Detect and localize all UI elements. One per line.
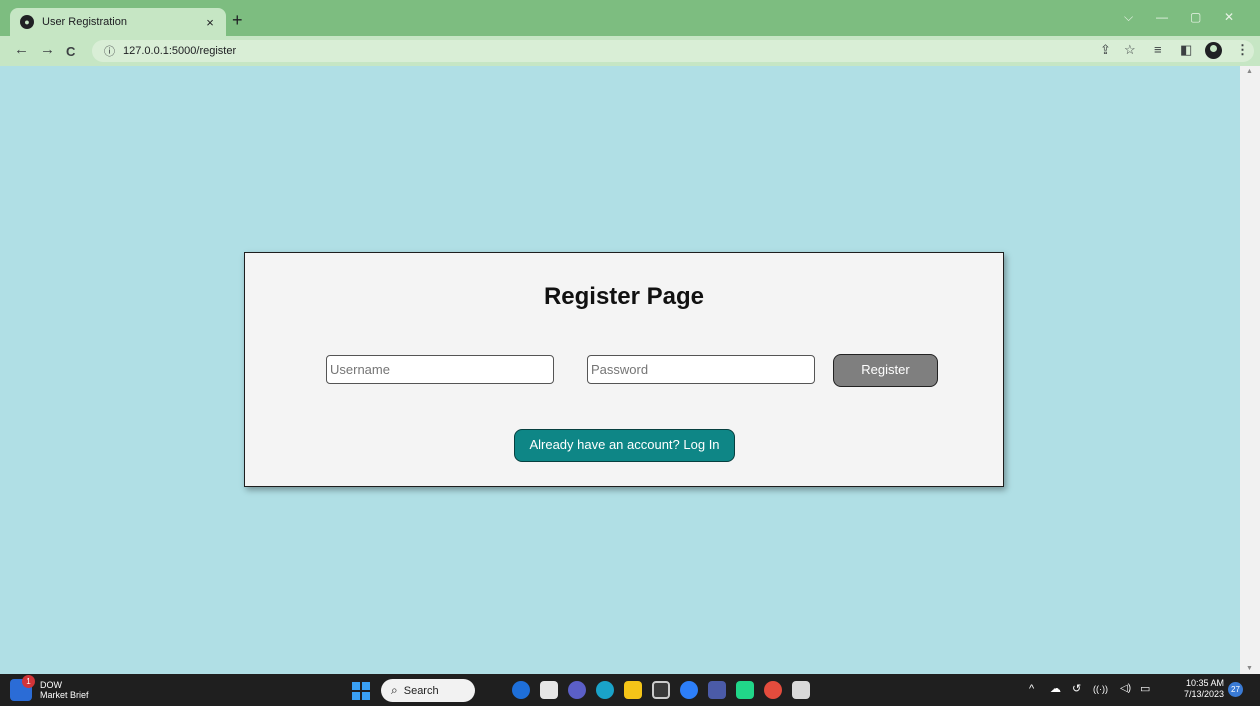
widget-title: DOW <box>40 680 62 690</box>
back-button[interactable]: ← <box>14 42 29 58</box>
windows-logo-icon <box>352 682 360 690</box>
battery-icon[interactable]: ▭ <box>1140 683 1150 695</box>
clock-time: 10:35 AM <box>1185 678 1224 688</box>
login-link-button[interactable]: Already have an account? Log In <box>514 429 735 462</box>
onedrive-icon[interactable]: ☁ <box>1050 683 1061 695</box>
username-input[interactable] <box>326 355 554 384</box>
widget-subtitle: Market Brief <box>40 690 89 700</box>
teams-chat-icon[interactable] <box>568 681 586 699</box>
store-icon[interactable] <box>652 681 670 699</box>
pycharm-icon[interactable] <box>736 681 754 699</box>
menu-icon[interactable]: ⋮ <box>1236 43 1249 57</box>
profile-avatar-icon[interactable] <box>1205 42 1222 59</box>
page-scrollbar[interactable]: ▲ ▼ <box>1240 66 1260 674</box>
tab-search-icon[interactable]: ⌵ <box>1124 10 1133 25</box>
bookmark-star-icon[interactable]: ☆ <box>1124 43 1136 57</box>
search-icon: ⌕ <box>391 683 398 697</box>
wifi-icon[interactable]: ((·)) <box>1093 683 1108 695</box>
network-status-icon[interactable]: ↺ <box>1072 683 1081 695</box>
minimize-button[interactable]: — <box>1156 10 1168 24</box>
widgets-button[interactable]: 1 DOW Market Brief <box>10 675 89 701</box>
file-explorer-icon[interactable] <box>624 681 642 699</box>
stock-chart-icon: 1 <box>10 675 35 701</box>
register-button[interactable]: Register <box>833 354 938 387</box>
task-view-icon[interactable] <box>540 681 558 699</box>
windows-taskbar: 1 DOW Market Brief ⌕ Search ^ ☁ ↺ ((·)) … <box>0 674 1260 706</box>
volume-icon[interactable]: ◁) <box>1120 683 1131 695</box>
info-icon[interactable]: ⓘ <box>104 43 115 59</box>
chrome-icon[interactable] <box>764 681 782 699</box>
forward-button[interactable]: → <box>40 42 55 58</box>
search-label: Search <box>403 684 439 697</box>
reload-button[interactable]: C <box>66 44 75 60</box>
side-panel-icon[interactable]: ◧ <box>1180 43 1192 57</box>
edge-icon[interactable] <box>596 681 614 699</box>
chrome-canary-icon[interactable] <box>680 681 698 699</box>
address-bar[interactable]: ⓘ 127.0.0.1:5000/register <box>92 40 1254 62</box>
url-text[interactable]: 127.0.0.1:5000/register <box>123 45 236 57</box>
system-clock[interactable]: 10:35 AM 7/13/2023 <box>1184 678 1224 700</box>
widget-badge: 1 <box>22 675 35 688</box>
register-card: Register Page Register Already have an a… <box>244 252 1004 487</box>
scroll-down-icon[interactable]: ▼ <box>1246 665 1253 672</box>
clock-date: 7/13/2023 <box>1184 689 1225 699</box>
snipping-tool-icon[interactable] <box>792 681 810 699</box>
taskbar-search[interactable]: ⌕ Search <box>381 679 475 702</box>
scroll-up-icon[interactable]: ▲ <box>1246 68 1253 75</box>
tab-title: User Registration <box>42 16 127 28</box>
tab-user-registration[interactable]: ● User Registration × <box>10 8 226 36</box>
password-input[interactable] <box>587 355 815 384</box>
show-hidden-icons[interactable]: ^ <box>1029 683 1034 695</box>
bing-icon[interactable] <box>512 681 530 699</box>
globe-icon: ● <box>20 15 34 29</box>
new-tab-button[interactable]: + <box>232 11 243 29</box>
page-title: Register Page <box>543 283 705 310</box>
browser-tab-strip: ● User Registration × + ⌵ — ▢ ✕ <box>0 0 1260 36</box>
notification-badge[interactable]: 27 <box>1228 682 1243 697</box>
share-icon[interactable]: ⇪ <box>1100 43 1111 57</box>
tab-close-icon[interactable]: × <box>202 15 218 30</box>
restore-button[interactable]: ▢ <box>1190 10 1201 24</box>
close-window-button[interactable]: ✕ <box>1224 10 1234 24</box>
browser-toolbar: ← → C ⓘ 127.0.0.1:5000/register ⇪ ☆ ≡ ◧ … <box>0 36 1260 66</box>
reading-list-icon[interactable]: ≡ <box>1154 43 1162 57</box>
start-button[interactable] <box>352 682 370 700</box>
vscode-icon[interactable] <box>708 681 726 699</box>
